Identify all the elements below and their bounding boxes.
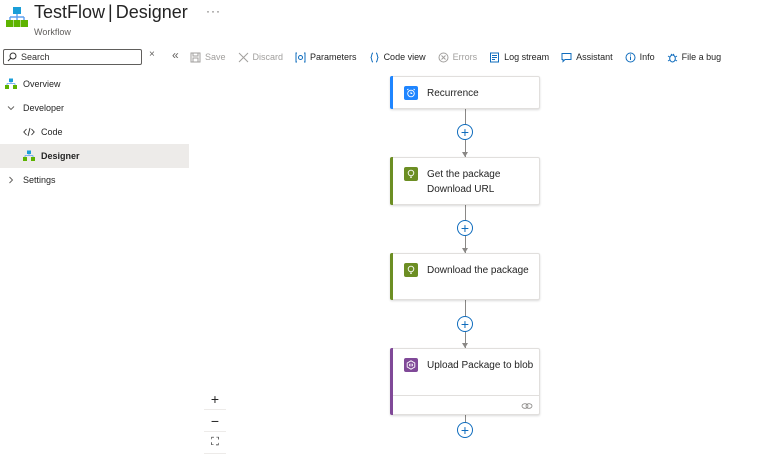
- step-card-upload-blob[interactable]: Upload Package to blob: [390, 348, 540, 415]
- workflow-icon: [6, 7, 28, 27]
- code-view-button[interactable]: Code view: [369, 52, 426, 63]
- search-icon: [7, 52, 17, 62]
- save-button[interactable]: Save: [190, 52, 226, 63]
- sidebar-item-label: Overview: [23, 79, 61, 89]
- card-divider: [393, 395, 539, 396]
- chevron-down-icon: [7, 106, 15, 111]
- sidebar-item-settings[interactable]: Settings: [0, 168, 189, 192]
- step-accent-bar: [390, 76, 393, 109]
- app-name: TestFlow: [34, 2, 106, 22]
- search-input[interactable]: [21, 52, 131, 62]
- info-label: Info: [639, 52, 655, 62]
- sidebar-item-label: Settings: [23, 175, 56, 185]
- page-name: Designer: [115, 2, 188, 22]
- save-label: Save: [205, 52, 226, 62]
- sidebar-item-label: Code: [41, 127, 63, 137]
- log-stream-button[interactable]: Log stream: [489, 52, 549, 63]
- sidebar-item-developer[interactable]: Developer: [0, 96, 189, 120]
- zoom-in-button[interactable]: +: [204, 388, 226, 410]
- step-card-recurrence[interactable]: Recurrence: [390, 76, 540, 109]
- page-title: TestFlow | Designer: [34, 2, 188, 23]
- log-icon: [490, 52, 500, 62]
- step-title: Download the package: [427, 265, 529, 276]
- workflow-icon: [23, 150, 35, 161]
- errors-button[interactable]: Errors: [438, 52, 478, 63]
- insert-step-button[interactable]: +: [457, 124, 473, 140]
- header: TestFlow | Designer Workflow ···: [0, 0, 773, 44]
- insert-step-button[interactable]: +: [457, 220, 473, 236]
- parameters-button[interactable]: Parameters: [295, 52, 357, 63]
- chevron-right-icon: [9, 176, 14, 184]
- alarm-clock-icon: [404, 86, 418, 100]
- storage-blob-icon: [404, 358, 418, 372]
- sidebar-item-label: Developer: [23, 103, 65, 113]
- step-card-get-download-url[interactable]: Get the package Download URL: [390, 157, 540, 205]
- code-icon: [23, 127, 35, 137]
- step-accent-bar: [390, 348, 393, 415]
- info-button[interactable]: Info: [625, 52, 655, 63]
- zoom-controls: + − ⛶: [204, 388, 226, 454]
- clear-search-button[interactable]: ×: [149, 49, 155, 60]
- assistant-label: Assistant: [576, 52, 613, 62]
- assistant-button[interactable]: Assistant: [561, 52, 613, 63]
- sidebar-search[interactable]: [3, 49, 142, 65]
- save-icon: [190, 52, 201, 62]
- parameters-icon: [295, 52, 306, 62]
- title-separator: |: [108, 2, 113, 22]
- braces-icon: [369, 52, 379, 62]
- discard-label: Discard: [252, 52, 284, 62]
- insert-step-button[interactable]: +: [457, 422, 473, 438]
- step-title: Get the package Download URL: [427, 169, 501, 195]
- page-subtitle: Workflow: [34, 27, 71, 37]
- error-icon: [438, 52, 449, 62]
- sidebar-item-overview[interactable]: Overview: [0, 72, 189, 96]
- sidebar-item-code[interactable]: Code: [0, 120, 189, 144]
- file-bug-label: File a bug: [681, 52, 722, 62]
- step-accent-bar: [390, 253, 393, 300]
- connection-link-icon[interactable]: [521, 402, 533, 410]
- designer-toolbar: Save Discard Parameters Code view Errors…: [190, 48, 733, 66]
- sidebar-item-designer[interactable]: Designer: [0, 144, 189, 168]
- lightbulb-icon: [404, 167, 418, 181]
- step-title: Upload Package to blob: [427, 360, 534, 371]
- sidebar-item-label: Designer: [41, 151, 80, 161]
- more-options-button[interactable]: ···: [206, 4, 221, 18]
- info-icon: [625, 52, 636, 62]
- designer-canvas[interactable]: + + + + Recurrence Get the package Downl…: [190, 72, 773, 456]
- lightbulb-icon: [404, 263, 418, 277]
- discard-button[interactable]: Discard: [238, 52, 284, 63]
- workflow-icon: [5, 78, 17, 89]
- code-view-label: Code view: [383, 52, 426, 62]
- collapse-sidebar-button[interactable]: «: [172, 48, 179, 62]
- close-icon: [238, 52, 248, 62]
- log-stream-label: Log stream: [504, 52, 550, 62]
- zoom-out-button[interactable]: −: [204, 410, 226, 432]
- parameters-label: Parameters: [310, 52, 357, 62]
- step-title: Recurrence: [427, 88, 479, 99]
- fit-view-button[interactable]: ⛶: [204, 432, 226, 454]
- chat-icon: [561, 52, 572, 63]
- file-bug-button[interactable]: File a bug: [667, 52, 722, 63]
- step-card-download-package[interactable]: Download the package: [390, 253, 540, 300]
- step-accent-bar: [390, 157, 393, 205]
- bug-icon: [667, 53, 677, 62]
- errors-label: Errors: [452, 52, 478, 62]
- insert-step-button[interactable]: +: [457, 316, 473, 332]
